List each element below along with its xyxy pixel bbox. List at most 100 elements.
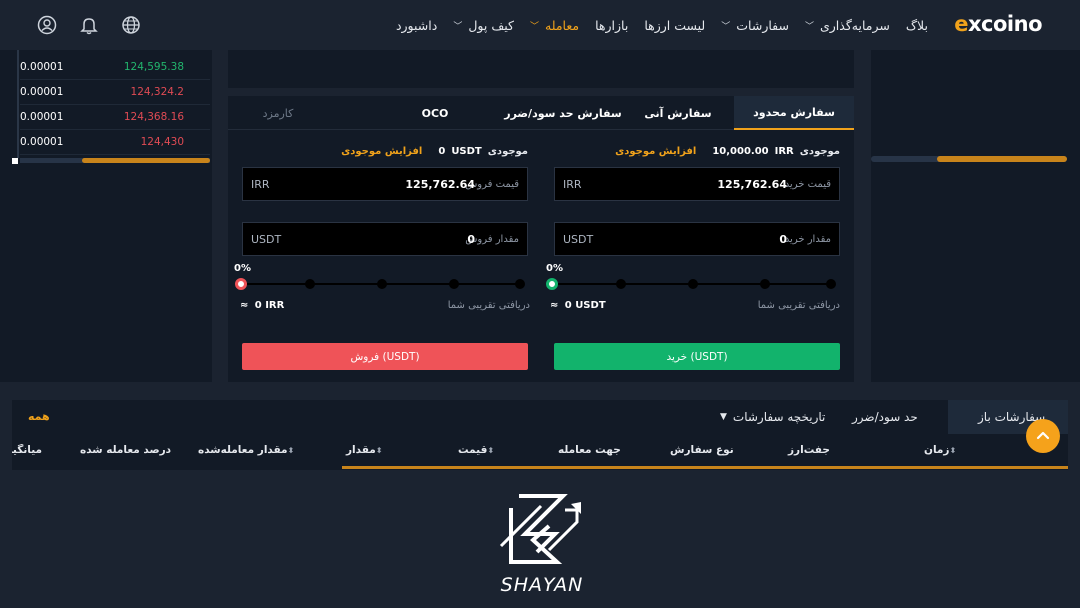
slider-knob[interactable] bbox=[546, 278, 558, 290]
scroll-top-button[interactable] bbox=[1026, 419, 1060, 453]
top-header: excoino داشبورد کیف پول ﹀ معامله ﹀ بازارها… bbox=[0, 0, 1080, 50]
tab-stop-orders[interactable]: حد سود/ضرر bbox=[852, 400, 918, 434]
panel-gutter bbox=[861, 50, 871, 382]
col-order-type[interactable]: نوع سفارش bbox=[670, 444, 734, 456]
sell-percent-label: 0% bbox=[234, 263, 251, 274]
orderbook-row[interactable]: 0.00001 124,368.16 bbox=[20, 105, 210, 130]
col-filled-percent[interactable]: درصد معامله شده bbox=[80, 444, 171, 456]
col-amount[interactable]: ⬍مقدار bbox=[346, 444, 385, 456]
amount-value: 0 bbox=[779, 232, 787, 246]
orders-section: سفارشات باز حد سود/ضرر ▼ تاریخچه سفارشات… bbox=[12, 400, 1068, 470]
nav-currency-list[interactable]: لیست ارزها bbox=[644, 18, 705, 33]
tab-oco-order[interactable]: OCO bbox=[398, 96, 472, 130]
price-value: 125,762.64 bbox=[717, 177, 787, 191]
price-value: 125,762.64 bbox=[405, 177, 475, 191]
nav-wallet[interactable]: کیف پول ﹀ bbox=[453, 18, 514, 33]
scrollbar[interactable] bbox=[17, 50, 19, 158]
buy-price-field[interactable]: IRR 125,762.64 قیمت خرید bbox=[554, 167, 840, 201]
orderbook-row[interactable]: 0.00001 124,324.2 bbox=[20, 80, 210, 105]
main-nav: داشبورد کیف پول ﹀ معامله ﹀ بازارها لیست ار… bbox=[380, 0, 928, 50]
balance-unit: IRR bbox=[774, 146, 794, 157]
buy-receive-estimate: ≈ 0 USDT دریافتی تقریبی شما bbox=[550, 300, 840, 311]
user-icon[interactable] bbox=[36, 14, 58, 36]
tab-market-order[interactable]: سفارش آنی bbox=[628, 96, 728, 130]
filter-all[interactable]: همه bbox=[28, 410, 50, 423]
price-placeholder: قیمت خرید bbox=[784, 178, 831, 190]
buy-percent-slider[interactable] bbox=[546, 278, 836, 290]
tab-stop-limit-order[interactable]: سفارش حد سود/ضرر bbox=[498, 96, 628, 130]
orderbook-panel: 0.00001 124,595.38 0.00001 124,324.2 0.0… bbox=[0, 50, 222, 382]
slider-step[interactable] bbox=[826, 279, 836, 289]
col-time[interactable]: ⬍زمان bbox=[924, 444, 959, 456]
nav-orders[interactable]: سفارشات ﹀ bbox=[721, 18, 789, 33]
sell-amount-field[interactable]: USDT 0 مقدار فروش bbox=[242, 222, 528, 256]
sell-percent-slider[interactable] bbox=[235, 278, 525, 290]
chevron-down-icon: ﹀ bbox=[529, 21, 539, 32]
nav-trade[interactable]: معامله ﹀ bbox=[530, 18, 579, 33]
slider-step[interactable] bbox=[760, 279, 770, 289]
slider-step[interactable] bbox=[377, 279, 387, 289]
buy-amount-field[interactable]: USDT 0 مقدار خرید bbox=[554, 222, 840, 256]
col-filled-amount[interactable]: ⬍مقدار معامله‌شده bbox=[198, 444, 297, 456]
orderbook-price: 124,368.16 bbox=[123, 111, 184, 123]
col-pair[interactable]: جفت‌ارز bbox=[788, 444, 830, 456]
trade-form-panel: سفارش محدود سفارش آنی سفارش حد سود/ضرر O… bbox=[228, 96, 854, 382]
orderbook-amount: 0.00001 bbox=[20, 111, 64, 123]
sell-balance: موجودی USDT 0 افزایش موجودی bbox=[341, 146, 528, 157]
sort-icon: ⬍ bbox=[287, 446, 295, 455]
scroll-marker[interactable] bbox=[12, 158, 18, 164]
orderbook-row[interactable]: 0.00001 124,430 bbox=[20, 130, 210, 155]
receive-label: دریافتی تقریبی شما bbox=[757, 300, 840, 311]
amount-placeholder: مقدار خرید bbox=[784, 233, 831, 245]
nav-markets[interactable]: بازارها bbox=[595, 18, 628, 33]
orderbook-amount: 0.00001 bbox=[20, 136, 64, 148]
market-list-panel bbox=[861, 50, 1080, 382]
increase-balance-link[interactable]: افزایش موجودی bbox=[615, 146, 696, 157]
caret-down-icon: ▼ bbox=[720, 412, 727, 422]
approx-sign: ≈ bbox=[240, 300, 249, 311]
excoino-logo[interactable]: excoino bbox=[954, 12, 1042, 36]
col-side[interactable]: جهت معامله bbox=[558, 444, 621, 456]
orderbook-row[interactable]: 0.00001 124,595.38 bbox=[20, 55, 210, 80]
orderbook-price: 124,430 bbox=[140, 136, 184, 148]
watermark-text: SHAYAN bbox=[500, 574, 584, 596]
bell-icon[interactable] bbox=[78, 14, 100, 36]
chart-panel bbox=[228, 50, 854, 88]
col-average[interactable]: میانگین bbox=[12, 444, 42, 456]
slider-knob[interactable] bbox=[235, 278, 247, 290]
slider-step[interactable] bbox=[688, 279, 698, 289]
buy-percent-label: 0% bbox=[546, 263, 563, 274]
orderbook-price: 124,595.38 bbox=[123, 61, 184, 73]
table-scroll-indicator bbox=[342, 466, 1068, 469]
price-unit: IRR bbox=[251, 177, 270, 191]
buy-balance: موجودی IRR 10,000.00 افزایش موجودی bbox=[615, 146, 840, 157]
tab-limit-order[interactable]: سفارش محدود bbox=[734, 96, 854, 130]
sell-price-field[interactable]: IRR 125,762.64 قیمت فروش bbox=[242, 167, 528, 201]
tab-order-history[interactable]: ▼ تاریخچه سفارشات bbox=[720, 400, 825, 434]
chevron-up-icon bbox=[1036, 431, 1050, 440]
slider-step[interactable] bbox=[616, 279, 626, 289]
balance-label: موجودی bbox=[799, 146, 840, 157]
shayan-watermark-logo bbox=[499, 494, 581, 564]
col-price[interactable]: ⬍قیمت bbox=[458, 444, 497, 456]
amount-value: 0 bbox=[467, 232, 475, 246]
panel-gutter bbox=[212, 50, 222, 382]
buy-button[interactable]: خرید (USDT) bbox=[554, 343, 840, 370]
sell-button[interactable]: فروش (USDT) bbox=[242, 343, 528, 370]
slider-step[interactable] bbox=[449, 279, 459, 289]
price-unit: IRR bbox=[563, 177, 582, 191]
chevron-down-icon: ﹀ bbox=[804, 21, 814, 32]
globe-icon[interactable] bbox=[120, 14, 142, 36]
slider-step[interactable] bbox=[305, 279, 315, 289]
nav-dashboard[interactable]: داشبورد bbox=[396, 18, 437, 33]
orders-table-header: ⬍زمان جفت‌ارز نوع سفارش جهت معامله ⬍قیمت… bbox=[12, 434, 1068, 468]
nav-investment[interactable]: سرمایه‌گذاری ﹀ bbox=[805, 18, 890, 33]
nav-blog[interactable]: بلاگ bbox=[906, 18, 928, 33]
tab-fee[interactable]: کارمزد bbox=[238, 96, 318, 130]
chevron-down-icon: ﹀ bbox=[453, 21, 463, 32]
sort-icon: ⬍ bbox=[949, 446, 957, 455]
depth-bar-sell bbox=[82, 158, 210, 163]
slider-step[interactable] bbox=[515, 279, 525, 289]
increase-balance-link[interactable]: افزایش موجودی bbox=[341, 146, 422, 157]
balance-label: موجودی bbox=[487, 146, 528, 157]
